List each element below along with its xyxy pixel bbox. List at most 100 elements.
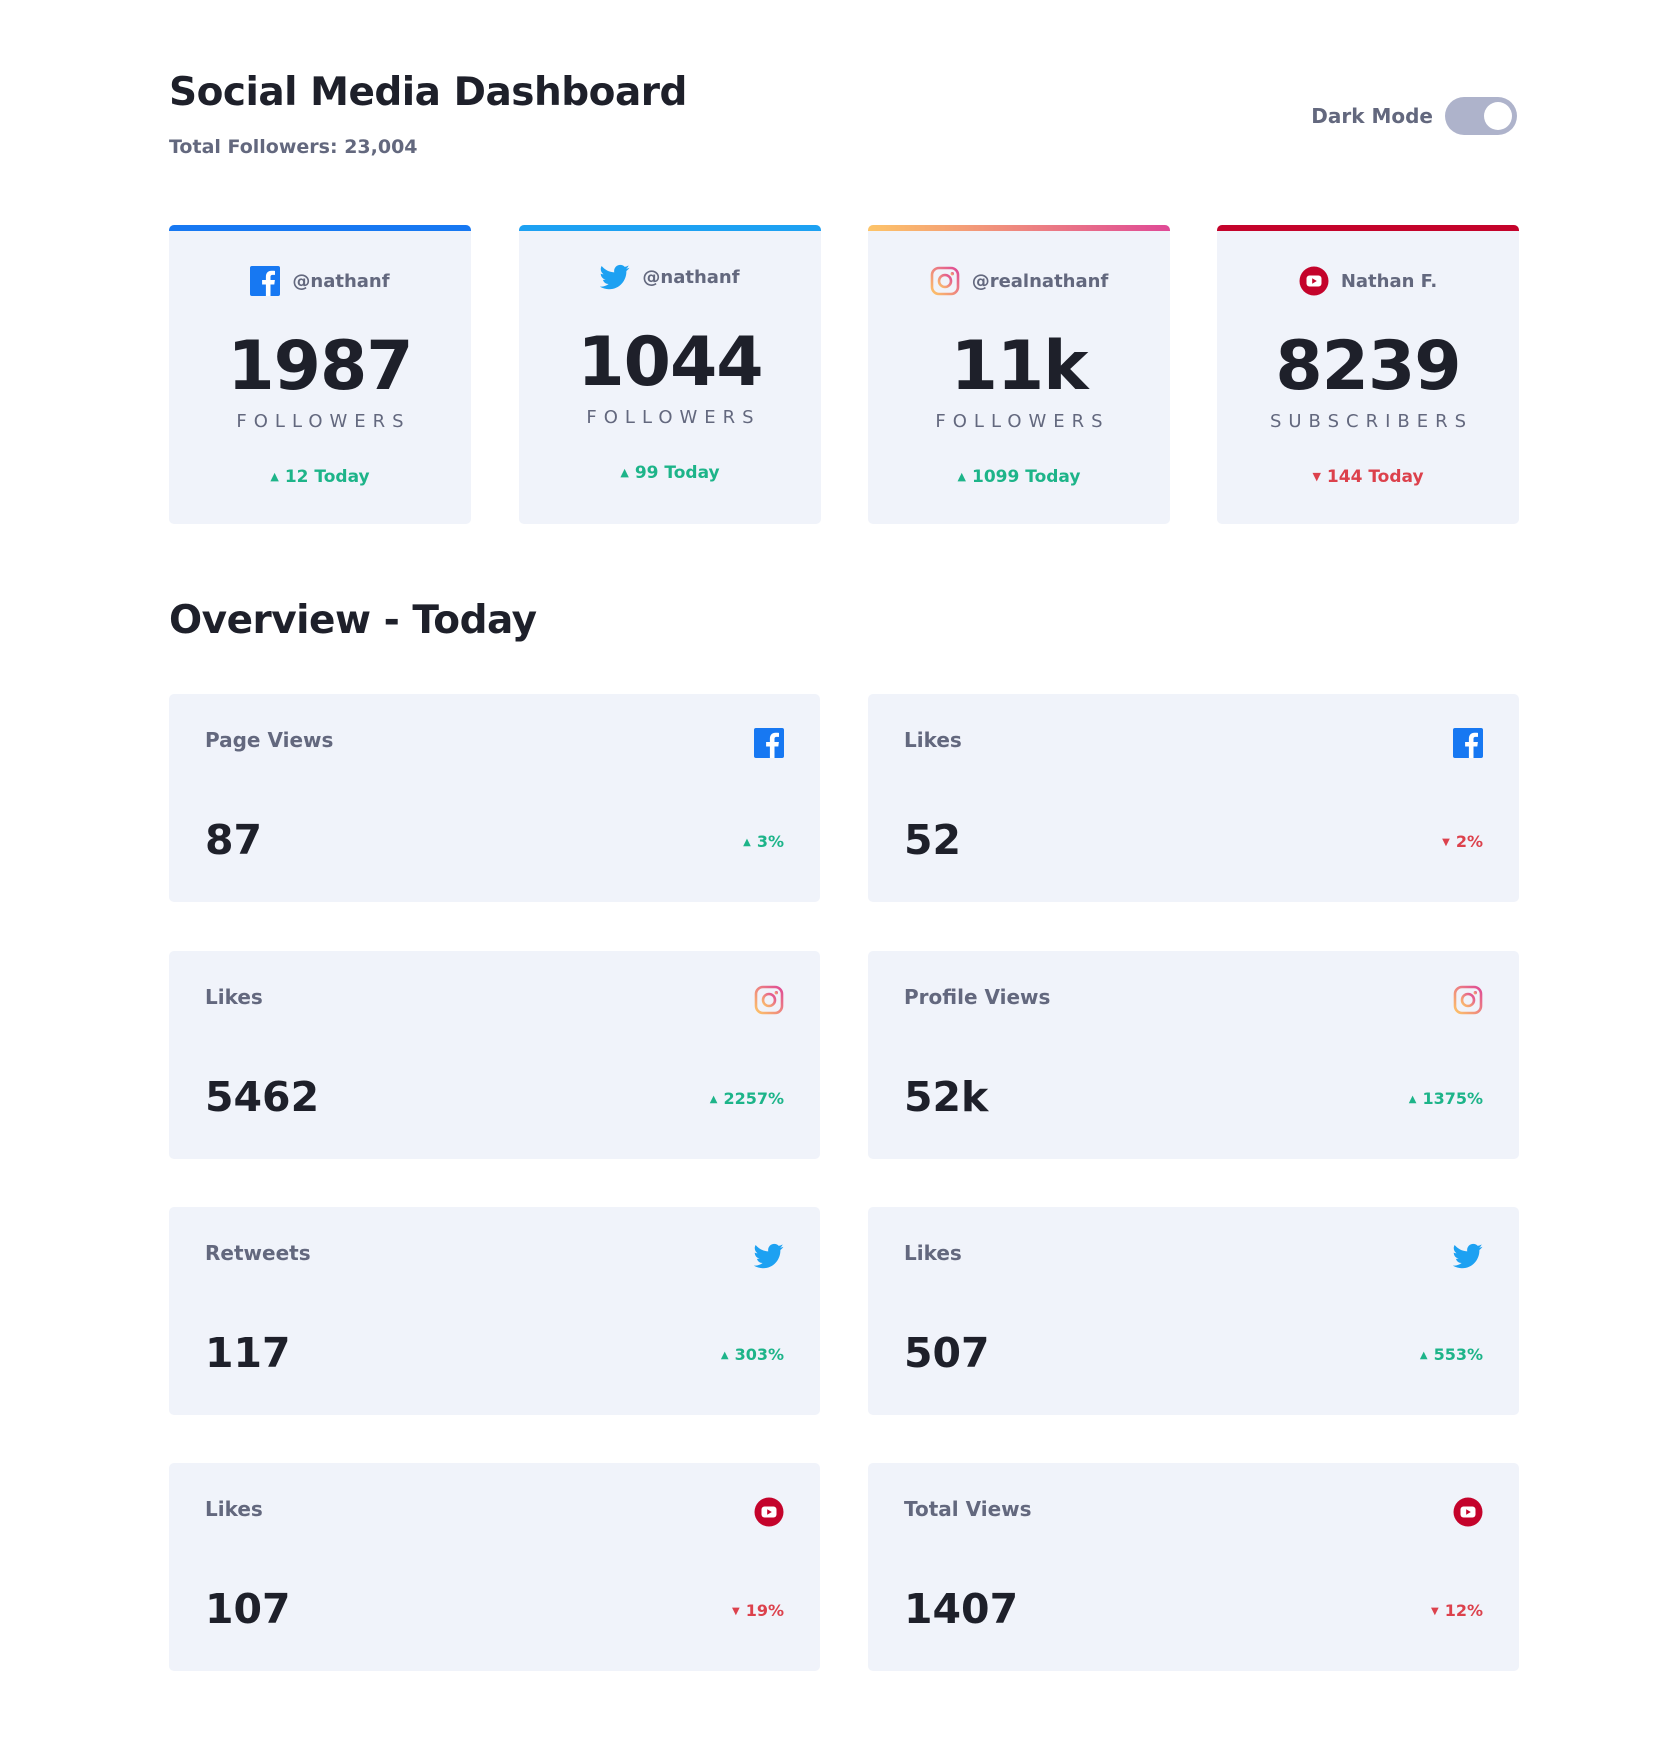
card-accent-bar bbox=[1217, 225, 1519, 231]
metric-change: ▲ 303% bbox=[721, 1345, 784, 1364]
today-change: ▼ 144 Today bbox=[1217, 467, 1519, 487]
twitter-icon bbox=[600, 264, 630, 290]
metric-label: Likes bbox=[205, 985, 263, 1009]
subscriber-count: 8239 bbox=[1275, 327, 1461, 406]
facebook-icon bbox=[250, 266, 281, 296]
overview-card-twitter-retweets[interactable]: Retweets 117 ▲ 303% bbox=[169, 1207, 820, 1415]
dark-mode-label: Dark Mode bbox=[1311, 104, 1433, 128]
dark-mode-toggle[interactable] bbox=[1445, 97, 1517, 135]
instagram-icon bbox=[754, 985, 784, 1015]
metric-value: 107 bbox=[205, 1585, 291, 1633]
today-change-text: 12 Today bbox=[284, 467, 370, 487]
metric-label: Likes bbox=[904, 1241, 962, 1265]
instagram-icon bbox=[1453, 985, 1483, 1015]
overview-card-youtube-total-views[interactable]: Total Views 1407 ▼ 12% bbox=[868, 1463, 1519, 1671]
page-title: Social Media Dashboard bbox=[169, 70, 687, 115]
twitter-icon bbox=[754, 1243, 784, 1269]
youtube-icon bbox=[1453, 1497, 1483, 1527]
metric-label: Retweets bbox=[205, 1241, 311, 1265]
youtube-icon bbox=[1299, 266, 1329, 296]
metric-value: 1407 bbox=[904, 1585, 1019, 1633]
arrow-down-icon: ▼ bbox=[1312, 470, 1321, 483]
account-handle: @realnathanf bbox=[971, 270, 1109, 292]
follower-card-instagram[interactable]: @realnathanf 11k FOLLOWERS ▲ 1099 Today bbox=[868, 225, 1170, 524]
arrow-down-icon: ▼ bbox=[732, 1606, 740, 1617]
follower-card-facebook[interactable]: @nathanf 1987 FOLLOWERS ▲ 12 Today bbox=[169, 225, 471, 524]
metric-label: Profile Views bbox=[904, 985, 1051, 1009]
arrow-up-icon: ▲ bbox=[1419, 1350, 1428, 1361]
metric-change-text: 12% bbox=[1444, 1601, 1483, 1620]
arrow-up-icon: ▲ bbox=[743, 837, 751, 848]
facebook-icon bbox=[754, 728, 784, 758]
total-followers: Total Followers: 23,004 bbox=[169, 136, 418, 158]
metric-change: ▲ 553% bbox=[1420, 1345, 1483, 1364]
handle-row: @nathanf bbox=[169, 266, 471, 296]
overview-card-instagram-profile-views[interactable]: Profile Views 52k ▲ 1375% bbox=[868, 951, 1519, 1159]
metric-change-text: 553% bbox=[1433, 1345, 1483, 1364]
arrow-up-icon: ▲ bbox=[270, 470, 279, 483]
card-accent-bar bbox=[868, 225, 1170, 231]
card-accent-bar bbox=[519, 225, 821, 231]
metric-change: ▼ 12% bbox=[1431, 1601, 1483, 1620]
overview-card-instagram-likes[interactable]: Likes 5462 ▲ 2257% bbox=[169, 951, 820, 1159]
arrow-up-icon: ▲ bbox=[709, 1094, 718, 1105]
metric-label: Likes bbox=[205, 1497, 263, 1521]
follower-card-youtube[interactable]: Nathan F. 8239 SUBSCRIBERS ▼ 144 Today bbox=[1217, 225, 1519, 524]
facebook-icon bbox=[1453, 728, 1483, 758]
follower-count: 11k bbox=[950, 327, 1089, 406]
handle-row: @realnathanf bbox=[868, 266, 1170, 296]
arrow-up-icon: ▲ bbox=[957, 470, 966, 483]
metric-value: 117 bbox=[205, 1329, 291, 1377]
metric-value: 52k bbox=[904, 1073, 989, 1121]
today-change-text: 1099 Today bbox=[972, 467, 1081, 487]
follower-card-twitter[interactable]: @nathanf 1044 FOLLOWERS ▲ 99 Today bbox=[519, 225, 821, 524]
overview-card-twitter-likes[interactable]: Likes 507 ▲ 553% bbox=[868, 1207, 1519, 1415]
metric-value: 87 bbox=[205, 816, 263, 864]
metric-label: Total Views bbox=[904, 1497, 1032, 1521]
metric-label: Likes bbox=[904, 728, 962, 752]
follower-unit: FOLLOWERS bbox=[935, 411, 1110, 432]
overview-card-facebook-likes[interactable]: Likes 52 ▼ 2% bbox=[868, 694, 1519, 902]
follower-count: 1987 bbox=[227, 327, 413, 406]
metric-change-text: 2257% bbox=[723, 1089, 784, 1108]
follower-unit: FOLLOWERS bbox=[236, 411, 411, 432]
metric-change: ▼ 19% bbox=[732, 1601, 784, 1620]
metric-value: 52 bbox=[904, 816, 962, 864]
today-change-text: 144 Today bbox=[1326, 467, 1424, 487]
today-change: ▲ 1099 Today bbox=[868, 467, 1170, 487]
metric-change-text: 303% bbox=[734, 1345, 784, 1364]
metric-value: 507 bbox=[904, 1329, 990, 1377]
dashboard-header: Social Media Dashboard Total Followers: … bbox=[169, 70, 1517, 170]
follower-unit: FOLLOWERS bbox=[586, 407, 761, 428]
metric-change-text: 2% bbox=[1455, 832, 1483, 851]
youtube-icon bbox=[754, 1497, 784, 1527]
metric-change-text: 3% bbox=[756, 832, 784, 851]
account-handle: Nathan F. bbox=[1340, 270, 1438, 292]
subscriber-unit: SUBSCRIBERS bbox=[1269, 411, 1474, 432]
metric-change: ▲ 1375% bbox=[1409, 1089, 1483, 1108]
follower-count: 1044 bbox=[577, 323, 763, 402]
dark-mode-control[interactable]: Dark Mode bbox=[1311, 97, 1517, 135]
today-change-text: 99 Today bbox=[634, 463, 720, 483]
overview-title: Overview - Today bbox=[169, 598, 537, 643]
metric-value: 5462 bbox=[205, 1073, 320, 1121]
handle-row: Nathan F. bbox=[1217, 266, 1519, 296]
arrow-up-icon: ▲ bbox=[1408, 1094, 1417, 1105]
metric-label: Page Views bbox=[205, 728, 334, 752]
metric-change: ▲ 3% bbox=[743, 832, 784, 851]
arrow-up-icon: ▲ bbox=[720, 1350, 729, 1361]
metric-change: ▼ 2% bbox=[1442, 832, 1483, 851]
metric-change-text: 19% bbox=[745, 1601, 784, 1620]
today-change: ▲ 99 Today bbox=[519, 463, 821, 483]
arrow-down-icon: ▼ bbox=[1442, 837, 1450, 848]
metric-change: ▲ 2257% bbox=[710, 1089, 784, 1108]
metric-change-text: 1375% bbox=[1422, 1089, 1483, 1108]
arrow-down-icon: ▼ bbox=[1431, 1606, 1439, 1617]
overview-card-youtube-likes[interactable]: Likes 107 ▼ 19% bbox=[169, 1463, 820, 1671]
handle-row: @nathanf bbox=[519, 262, 821, 292]
instagram-icon bbox=[930, 266, 960, 296]
overview-card-facebook-page-views[interactable]: Page Views 87 ▲ 3% bbox=[169, 694, 820, 902]
arrow-up-icon: ▲ bbox=[620, 466, 629, 479]
card-accent-bar bbox=[169, 225, 471, 231]
toggle-knob bbox=[1484, 102, 1512, 130]
